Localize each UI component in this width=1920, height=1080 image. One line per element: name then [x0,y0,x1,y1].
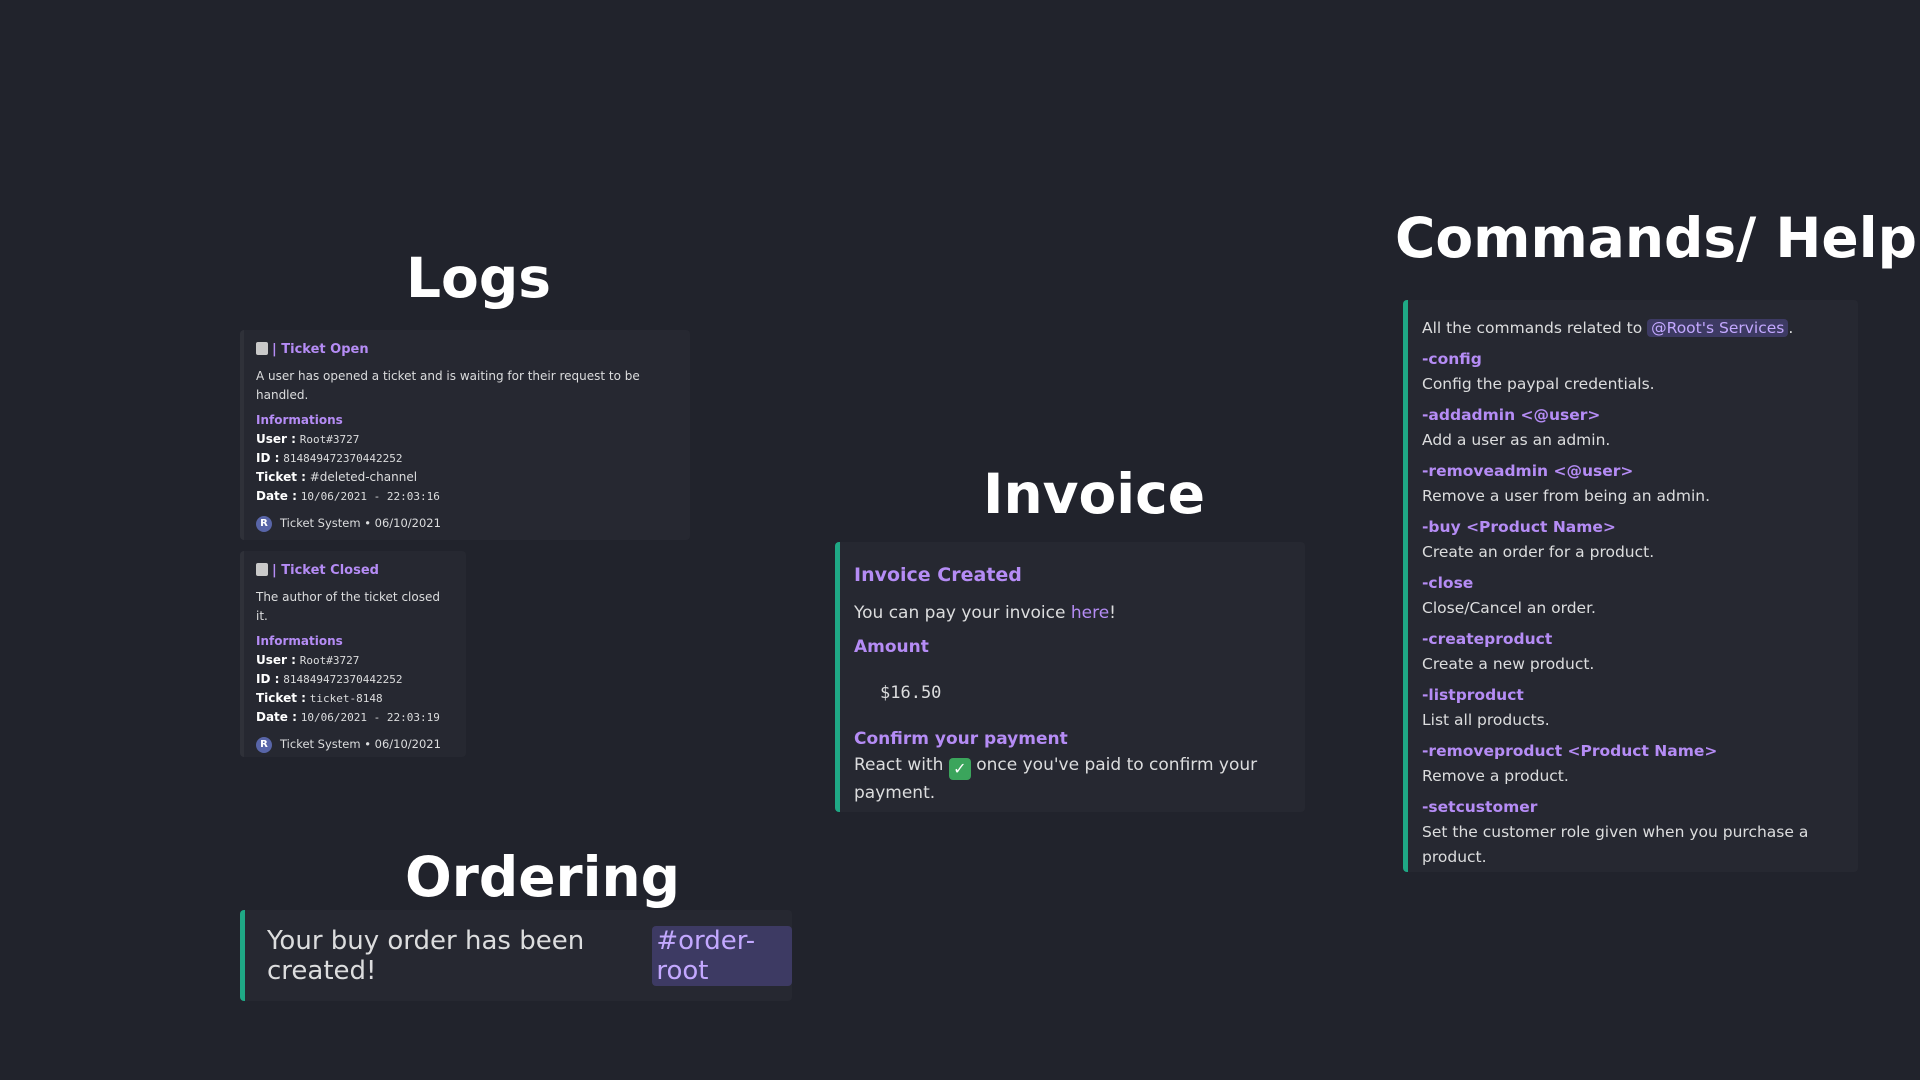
command-name: -config [1422,350,1482,368]
commands-heading: Commands/ Help [1395,206,1917,270]
checkmark-icon[interactable]: ✓ [948,758,971,780]
invoice-pay-line: You can pay your invoice here! [854,603,1116,623]
log-open-date-row: Date : 10/06/2021 - 22:03:16 [256,489,440,503]
invoice-title: Invoice Created [854,564,1022,586]
command-description: Add a user as an admin. [1422,431,1611,449]
command-name: -buy <Product Name> [1422,518,1616,536]
command-name: -createproduct [1422,630,1553,648]
log-embed-ticket-closed: | Ticket Closed The author of the ticket… [240,551,466,757]
invoice-pay-link[interactable]: here [1071,603,1109,623]
log-embed-ticket-open: | Ticket Open A user has opened a ticket… [240,330,690,540]
invoice-embed: Invoice Created You can pay your invoice… [835,542,1305,812]
command-description: List all products. [1422,711,1550,729]
commands-list: -config Config the paypal credentials. -ad… [1422,347,1844,870]
command-description: Set the customer role given when you pur… [1422,823,1809,866]
invoice-confirm-line: React with ✓ once you've paid to confirm… [854,755,1258,803]
command-description: Create an order for a product. [1422,543,1655,561]
command-name: -addadmin <@user> [1422,406,1601,424]
log-closed-footer: R Ticket System • 06/10/2021 [256,735,454,754]
invoice-heading: Invoice [983,462,1206,526]
log-closed-id-row: ID : 814849472370442252 [256,672,403,686]
log-open-description: A user has opened a ticket and is waitin… [256,369,640,402]
invoice-confirm-title: Confirm your payment [854,729,1068,749]
ordering-embed: Your buy order has been created! #order-… [240,910,792,1001]
log-closed-description: The author of the ticket closed it. [256,590,440,623]
command-description: Config the paypal credentials. [1422,375,1655,393]
ticket-system-avatar: R [256,515,272,532]
log-closed-user-row: User : Root#3727 [256,653,360,667]
command-name: -listproduct [1422,686,1524,704]
notepad-icon [256,342,268,355]
log-open-footer: R Ticket System • 06/10/2021 [256,514,678,533]
command-description: Remove a user from being an admin. [1422,487,1710,505]
command-description: Create a new product. [1422,655,1595,673]
log-closed-ticket-row: Ticket : ticket-8148 [256,691,383,705]
ordering-heading: Ordering [405,845,681,909]
command-name: -removeadmin <@user> [1422,462,1634,480]
commands-intro: All the commands related to @Root's Serv… [1422,319,1794,337]
command-description: Remove a product. [1422,767,1569,785]
command-name: -removeproduct <Product Name> [1422,742,1718,760]
commands-embed: All the commands related to @Root's Serv… [1403,300,1858,872]
log-closed-date-row: Date : 10/06/2021 - 22:03:19 [256,710,440,724]
log-open-ticket-row: Ticket : #deleted-channel [256,470,418,484]
logs-heading: Logs [406,246,551,310]
log-open-field-title: Informations [256,413,343,427]
role-mention[interactable]: @Root's Services [1647,319,1789,337]
ticket-system-avatar: R [256,736,272,753]
ordering-text: Your buy order has been created! [267,925,585,986]
invoice-amount-value: $16.50 [880,683,942,703]
trash-icon [256,563,268,576]
log-closed-field-title: Informations [256,634,343,648]
command-name: -close [1422,574,1474,592]
command-name: -setcustomer [1422,798,1538,816]
invoice-amount-title: Amount [854,637,929,657]
command-description: Close/Cancel an order. [1422,599,1596,617]
log-open-id-row: ID : 814849472370442252 [256,451,403,465]
channel-mention[interactable]: #order-root [652,925,792,986]
log-open-user-row: User : Root#3727 [256,432,360,446]
log-open-title: | Ticket Open [256,340,678,359]
log-closed-title: | Ticket Closed [256,561,454,580]
